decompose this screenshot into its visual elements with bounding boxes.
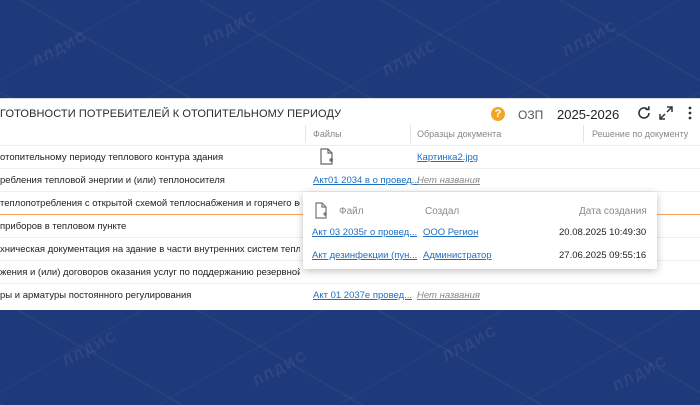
watermark: ЛЛДИС [609, 351, 671, 395]
table-row: ребления тепловой энергии и (или) теплон… [0, 168, 700, 191]
watermark: ЛЛДИС [559, 16, 621, 60]
add-file-icon[interactable] [314, 202, 328, 219]
add-file-icon[interactable] [318, 148, 334, 166]
requirement-text: ры и арматуры постоянного регулирования [0, 290, 192, 301]
files-popup: Файл Создал Дата создания Акт 03 2035г о… [303, 192, 657, 269]
requirement-text: теплопотребления с открытой схемой тепло… [0, 198, 300, 209]
sample-link[interactable]: Нет названия [417, 290, 480, 301]
column-divider [583, 125, 584, 143]
watermark: ЛЛДИС [439, 321, 501, 365]
more-vertical-icon[interactable] [682, 105, 698, 121]
popup-file-link[interactable]: Акт дезинфекции (пун... [312, 250, 417, 261]
column-header-files[interactable]: Файлы [313, 129, 342, 139]
watermark: ЛЛДИС [199, 6, 261, 50]
sample-link[interactable]: Картинка2.jpg [417, 152, 478, 163]
popup-header-created-by: Создал [425, 206, 460, 217]
requirement-text: приборов в тепловом пункте [0, 221, 127, 232]
column-header-decision[interactable]: Решение по документу [592, 129, 688, 139]
popup-author-link[interactable]: Администратор [423, 250, 492, 261]
table-row: отопительному периоду теплового контура … [0, 145, 700, 168]
ozp-label: ОЗП [518, 108, 544, 122]
requirement-text: жения и (или) договоров оказания услуг п… [0, 267, 300, 278]
popup-header-date: Дата создания [579, 206, 647, 217]
requirement-text: отопительному периоду теплового контура … [0, 152, 224, 163]
table-row: ры и арматуры постоянного регулирования … [0, 283, 700, 306]
requirement-text: хническая документация на здание в части… [0, 244, 300, 255]
watermark: ЛЛДИС [379, 36, 441, 80]
popup-header-file: Файл [339, 206, 364, 217]
expand-icon[interactable] [658, 105, 674, 121]
watermark: ЛЛДИС [249, 346, 311, 390]
panel-title: ГОТОВНОСТИ ПОТРЕБИТЕЛЕЙ К ОТОПИТЕЛЬНОМУ … [0, 108, 342, 120]
column-divider [410, 125, 411, 143]
column-header-samples[interactable]: Образцы документа [417, 129, 501, 139]
sample-link[interactable]: Нет названия [417, 175, 480, 186]
help-icon[interactable]: ? [491, 107, 505, 121]
column-divider [305, 125, 306, 143]
popup-date: 20.08.2025 10:49:30 [559, 227, 647, 238]
panel-header: ГОТОВНОСТИ ПОТРЕБИТЕЛЕЙ К ОТОПИТЕЛЬНОМУ … [0, 99, 700, 127]
popup-date: 27.06.2025 09:55:16 [559, 250, 647, 261]
file-link[interactable]: Акт 01 2037е провед... [313, 290, 412, 301]
watermark: ЛЛДИС [59, 326, 121, 370]
popup-file-link[interactable]: Акт 03 2035г о провед... [312, 227, 417, 238]
refresh-icon[interactable] [636, 105, 652, 121]
watermark: ЛЛДИС [29, 26, 91, 70]
file-link[interactable]: Акт01 2034 в о провед... [313, 175, 420, 186]
season-select[interactable]: 2025-2026 [557, 107, 619, 122]
popup-author-link[interactable]: ООО Регион [423, 227, 478, 238]
requirement-text: ребления тепловой энергии и (или) теплон… [0, 175, 225, 186]
